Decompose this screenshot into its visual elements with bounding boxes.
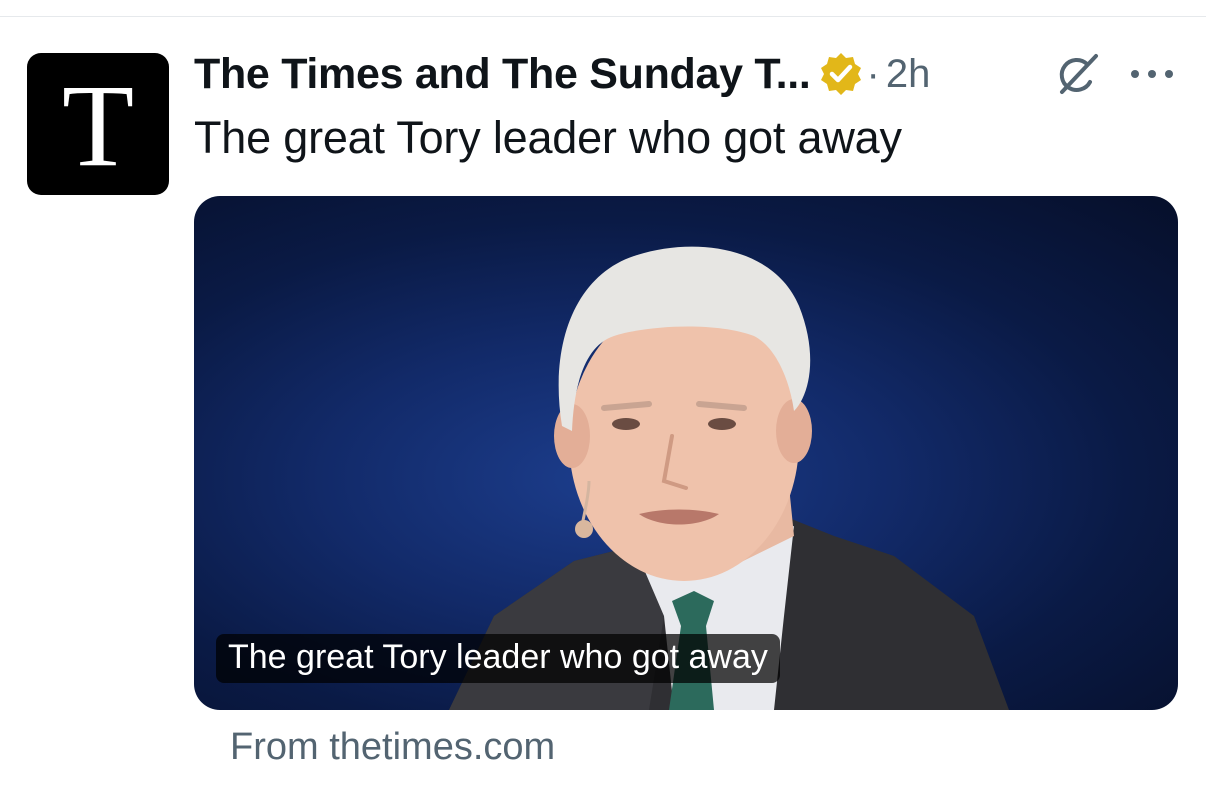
link-card[interactable]: The great Tory leader who got away bbox=[194, 196, 1178, 710]
card-caption: The great Tory leader who got away bbox=[216, 634, 780, 683]
verified-badge-icon[interactable] bbox=[817, 50, 865, 98]
post-time[interactable]: 2h bbox=[886, 52, 931, 97]
article-photo bbox=[449, 246, 1009, 710]
avatar-letter: T bbox=[61, 60, 135, 191]
post[interactable]: T The Times and The Sunday T... · 2h The… bbox=[0, 0, 1206, 796]
post-text: The great Tory leader who got away bbox=[194, 112, 902, 163]
header-separator: · bbox=[866, 51, 880, 96]
grok-icon[interactable] bbox=[1052, 50, 1102, 100]
author-display-name[interactable]: The Times and The Sunday T... bbox=[194, 50, 811, 99]
avatar[interactable]: T bbox=[27, 53, 169, 195]
card-source[interactable]: From thetimes.com bbox=[230, 726, 555, 769]
more-options-icon[interactable] bbox=[1127, 64, 1177, 84]
post-header: The Times and The Sunday T... · 2h bbox=[194, 46, 930, 102]
